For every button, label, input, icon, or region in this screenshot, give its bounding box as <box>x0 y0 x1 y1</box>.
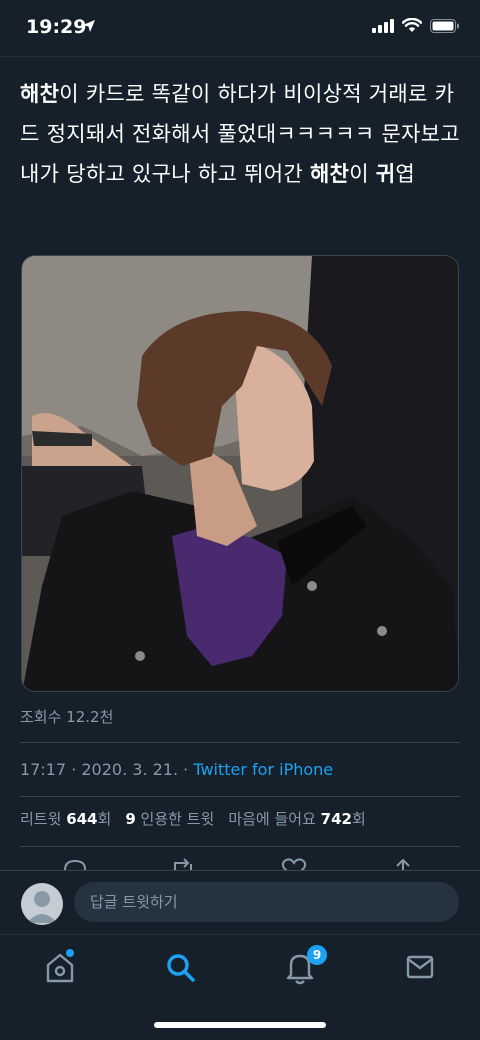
quotes-count: 9 <box>125 810 136 828</box>
tweet-source-link[interactable]: Twitter for iPhone <box>193 760 333 779</box>
home-indicator <box>154 1022 326 1028</box>
retweet-icon[interactable] <box>170 858 196 870</box>
share-icon[interactable] <box>390 858 416 870</box>
view-count: 조회수 12.2천 <box>20 708 114 726</box>
retweets-count: 644 <box>66 810 98 828</box>
avatar[interactable] <box>21 883 63 925</box>
quotes-stat[interactable]: 9 인용한 트윗 <box>125 808 214 829</box>
likes-count: 742 <box>320 810 352 828</box>
likes-unit: 회 <box>351 810 366 828</box>
wifi-icon <box>402 18 422 32</box>
divider <box>20 846 460 847</box>
cellular-signal-icon <box>372 18 394 33</box>
divider <box>20 796 460 797</box>
divider <box>20 742 460 743</box>
tweet-action-bar <box>0 852 480 870</box>
tweet-metadata: 17:17 · 2020. 3. 21. · Twitter for iPhon… <box>20 760 333 779</box>
tweet-text-segment: 엽 <box>395 162 416 186</box>
likes-stat[interactable]: 마음에 들어요 742회 <box>228 808 365 829</box>
tweet-text-bold-segment: 귀 <box>375 162 396 186</box>
tweet-stats: 리트윗 644회 9 인용한 트윗 마음에 들어요 742회 <box>20 808 366 829</box>
photo-illustration <box>22 256 458 691</box>
tweet-timestamp: 17:17 · 2020. 3. 21. · <box>20 760 189 779</box>
tweet-text-bold-segment: 해찬 <box>20 82 60 106</box>
tweet-text-bold-segment: 해찬 <box>309 162 350 186</box>
quotes-label: 인용한 트윗 <box>140 810 215 828</box>
status-bar: 19:29 <box>0 0 480 56</box>
retweets-unit: 회 <box>97 810 112 828</box>
tweet-text-segment: 이 <box>349 162 376 186</box>
likes-label: 마음에 들어요 <box>228 810 316 828</box>
status-time: 19:29 <box>26 16 87 38</box>
reply-input[interactable]: 답글 트윗하기 <box>74 882 459 922</box>
default-avatar-icon <box>27 891 57 923</box>
retweets-stat[interactable]: 리트윗 644회 <box>20 808 111 829</box>
notifications-badge: 9 <box>307 945 327 965</box>
mail-icon[interactable] <box>400 947 440 987</box>
location-arrow-icon <box>83 20 95 32</box>
header-divider <box>0 56 480 57</box>
tweet-text: 해찬이 카드로 똑같이 하다가 비이상적 거래로 카드 정지돼서 전화해서 풀었… <box>20 74 460 194</box>
tweet-image[interactable] <box>21 255 459 692</box>
like-icon[interactable] <box>281 858 307 870</box>
battery-icon <box>430 18 459 33</box>
reply-bar: 답글 트윗하기 <box>0 870 480 935</box>
home-icon[interactable] <box>40 947 80 987</box>
retweets-label: 리트윗 <box>20 810 62 828</box>
reply-icon[interactable] <box>62 858 88 870</box>
search-icon[interactable] <box>160 947 200 987</box>
